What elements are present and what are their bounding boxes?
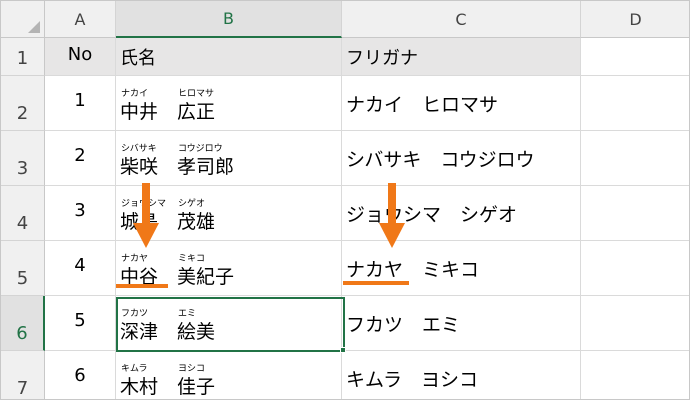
- cell-b3[interactable]: シバサキ コウジロウ 柴咲 孝司郎: [116, 131, 342, 186]
- cell-d2[interactable]: [581, 76, 689, 131]
- row-header-5[interactable]: 5: [1, 241, 45, 296]
- column-header-b[interactable]: B: [116, 1, 342, 38]
- cell-c2[interactable]: ナカイ ヒロマサ: [342, 76, 581, 131]
- mei-text: 絵美: [177, 321, 216, 343]
- cell-c1[interactable]: フリガナ: [342, 38, 581, 76]
- row-header-7[interactable]: 7: [1, 351, 45, 399]
- record-no: 5: [74, 310, 86, 331]
- highlight-underline: [116, 284, 168, 288]
- mei-text: 茂雄: [177, 211, 216, 233]
- mei-text: 広正: [177, 101, 216, 123]
- cell-a3[interactable]: 2: [45, 131, 116, 186]
- furigana-text: ナカイ ヒロマサ: [346, 94, 499, 116]
- cell-d1[interactable]: [581, 38, 689, 76]
- cell-b6[interactable]: フカツ エミ 深津 絵美: [116, 296, 342, 351]
- cell-d7[interactable]: [581, 351, 689, 399]
- select-all-triangle-icon: [28, 21, 40, 33]
- cell-b7[interactable]: キムラ ヨシコ 木村 佳子: [116, 351, 342, 399]
- header-furigana-label: フリガナ: [346, 48, 418, 69]
- cell-c5[interactable]: ナカヤ ミキコ: [342, 241, 581, 296]
- record-no: 4: [74, 255, 86, 276]
- cell-d6[interactable]: [581, 296, 689, 351]
- cell-a1[interactable]: No: [45, 38, 116, 76]
- cell-a4[interactable]: 3: [45, 186, 116, 241]
- cell-d3[interactable]: [581, 131, 689, 186]
- mei-text: 佳子: [177, 376, 216, 398]
- row-header-2[interactable]: 2: [1, 76, 45, 131]
- furigana-text: フカツ エミ: [346, 314, 461, 336]
- column-header-c[interactable]: C: [342, 1, 581, 38]
- furigana-text: シバサキ コウジロウ: [346, 149, 535, 171]
- cell-a6[interactable]: 5: [45, 296, 116, 351]
- cell-a7[interactable]: 6: [45, 351, 116, 399]
- cell-b2[interactable]: ナカイ ヒロマサ 中井 広正: [116, 76, 342, 131]
- select-all-button[interactable]: [1, 1, 45, 38]
- down-arrow-icon: [133, 183, 159, 248]
- record-no: 1: [74, 90, 86, 111]
- mei-text: 美紀子: [177, 266, 235, 288]
- cell-c3[interactable]: シバサキ コウジロウ: [342, 131, 581, 186]
- record-no: 3: [74, 200, 86, 221]
- sei-text: 木村: [120, 376, 159, 398]
- fill-handle[interactable]: [340, 347, 346, 353]
- row-header-6[interactable]: 6: [1, 296, 45, 351]
- cell-d5[interactable]: [581, 241, 689, 296]
- cell-c7[interactable]: キムラ ヨシコ: [342, 351, 581, 399]
- column-header-d[interactable]: D: [581, 1, 689, 38]
- down-arrow-icon: [379, 183, 405, 248]
- furigana-text: ジョウシマ シゲオ: [346, 204, 518, 226]
- cell-a5[interactable]: 4: [45, 241, 116, 296]
- cell-a2[interactable]: 1: [45, 76, 116, 131]
- mei-text: 孝司郎: [177, 156, 235, 178]
- sei-text: 柴咲: [120, 156, 159, 178]
- record-no: 6: [74, 365, 86, 386]
- row-header-3[interactable]: 3: [1, 131, 45, 186]
- cell-d4[interactable]: [581, 186, 689, 241]
- header-name-label: 氏名: [120, 48, 156, 69]
- furigana-text: ナカヤ ミキコ: [346, 259, 480, 281]
- furigana-text: キムラ ヨシコ: [346, 369, 479, 391]
- header-no-label: No: [67, 44, 93, 65]
- cell-c6[interactable]: フカツ エミ: [342, 296, 581, 351]
- record-no: 2: [74, 145, 86, 166]
- highlight-underline: [343, 281, 409, 285]
- row-header-1[interactable]: 1: [1, 38, 45, 76]
- cell-b1[interactable]: 氏名: [116, 38, 342, 76]
- sei-text: 深津: [120, 321, 159, 343]
- row-header-4[interactable]: 4: [1, 186, 45, 241]
- column-header-a[interactable]: A: [45, 1, 116, 38]
- sei-text: 中井: [120, 101, 159, 123]
- spreadsheet-grid: A B C D 1 2 3 4 5 6 7 No 氏名 フリガナ 1 ナカイ ヒ…: [0, 0, 690, 400]
